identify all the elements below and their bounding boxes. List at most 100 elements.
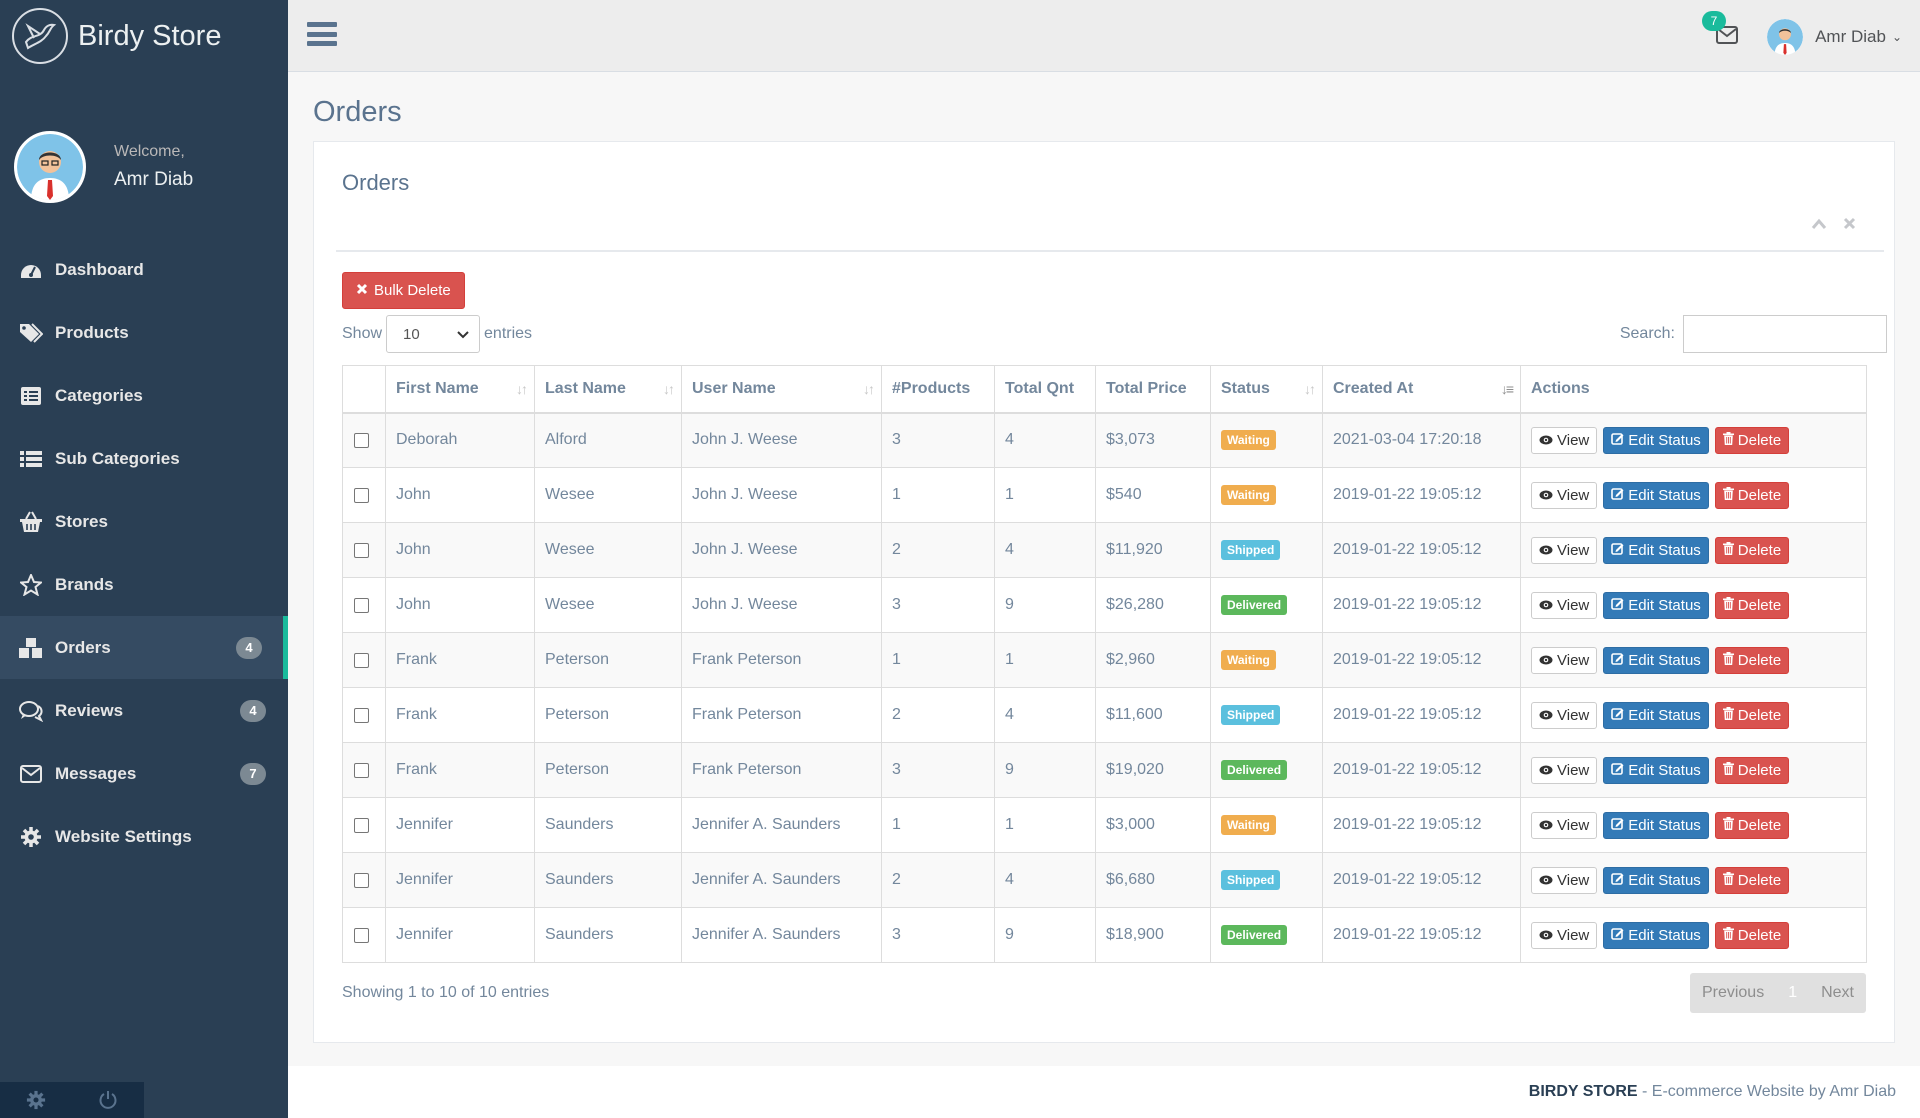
sidebar-footer [0,1082,144,1118]
cell-last-name: Saunders [534,852,682,908]
header-user-name[interactable]: User Name ↓↑ [681,365,882,414]
cell-total-qnt: 1 [994,797,1096,853]
sidebar-item-products[interactable]: Products [0,301,288,364]
bulk-delete-button[interactable]: Bulk Delete [342,272,465,309]
edit-status-button[interactable]: Edit Status [1603,646,1709,674]
sidebar-item-brands[interactable]: Brands [0,553,288,616]
sidebar-item-messages[interactable]: Messages 7 [0,742,288,805]
delete-label: Delete [1737,761,1782,779]
cell-user-name: John J. Weese [681,522,882,578]
delete-button[interactable]: Delete [1714,591,1790,619]
eye-icon [1539,762,1553,779]
edit-status-button[interactable]: Edit Status [1603,921,1709,949]
row-checkbox[interactable] [354,652,369,668]
edit-status-button[interactable]: Edit Status [1603,701,1709,729]
settings-icon[interactable] [0,1082,72,1118]
entries-select[interactable]: 10 [386,315,481,353]
row-checkbox[interactable] [354,927,369,943]
view-button[interactable]: View [1531,756,1598,784]
user-menu[interactable]: Amr Diab ⌄ [1767,18,1902,56]
edit-icon [1611,597,1624,614]
cell-total-qnt: 9 [994,577,1096,633]
row-checkbox[interactable] [354,542,369,558]
close-icon[interactable] [1843,214,1856,235]
row-checkbox[interactable] [354,487,369,503]
row-checkbox[interactable] [354,762,369,778]
view-button[interactable]: View [1531,866,1598,894]
delete-button[interactable]: Delete [1714,536,1790,564]
header-status[interactable]: Status ↓↑ [1210,365,1323,414]
header-total-qnt[interactable]: Total Qnt [994,365,1096,414]
row-select-cell [342,797,386,853]
search-input[interactable] [1683,315,1887,353]
next-button[interactable]: Next [1809,984,1866,1002]
collapse-chevron-up-icon[interactable] [1811,214,1827,235]
cell-user-name: John J. Weese [681,412,882,468]
row-checkbox[interactable] [354,707,369,723]
tags-icon [18,320,44,346]
edit-status-button[interactable]: Edit Status [1603,866,1709,894]
sidebar-item-sub-categories[interactable]: Sub Categories [0,427,288,490]
edit-status-button[interactable]: Edit Status [1603,591,1709,619]
delete-button[interactable]: Delete [1714,811,1790,839]
header-last-name[interactable]: Last Name ↓↑ [534,365,682,414]
edit-status-button[interactable]: Edit Status [1603,811,1709,839]
sidebar-item-stores[interactable]: Stores [0,490,288,553]
edit-icon [1611,872,1624,889]
edit-status-button[interactable]: Edit Status [1603,426,1709,454]
view-button[interactable]: View [1531,481,1598,509]
orders-count-badge: 4 [236,636,262,659]
row-checkbox[interactable] [354,432,369,448]
header-total-price[interactable]: Total Price [1095,365,1211,414]
cell-user-name: Jennifer A. Saunders [681,907,882,963]
trash-icon [1722,541,1734,559]
delete-button[interactable]: Delete [1714,866,1790,894]
edit-status-button[interactable]: Edit Status [1603,536,1709,564]
edit-icon [1611,927,1624,944]
delete-button[interactable]: Delete [1714,921,1790,949]
sidebar-item-website-settings[interactable]: Website Settings [0,805,288,868]
delete-button[interactable]: Delete [1714,701,1790,729]
header-products[interactable]: #Products [881,365,995,414]
messages-count-badge: 7 [240,762,266,785]
view-button[interactable]: View [1531,811,1598,839]
cell-actions: View Edit Status Delete [1520,577,1867,633]
delete-button[interactable]: Delete [1714,481,1790,509]
sidebar-item-orders[interactable]: Orders 4 [0,616,288,679]
view-button[interactable]: View [1531,646,1598,674]
table-row: Frank Peterson Frank Peterson 2 4 $11,600 Ship… [342,687,1867,743]
header-created-at[interactable]: Created At ↓≡ [1322,365,1521,414]
view-button[interactable]: View [1531,921,1598,949]
delete-button[interactable]: Delete [1714,426,1790,454]
cell-user-name: Frank Peterson [681,632,882,688]
edit-status-button[interactable]: Edit Status [1603,756,1709,784]
show-label: Show [342,325,383,342]
sidebar-item-categories[interactable]: Categories [0,364,288,427]
cell-first-name: John [385,467,535,523]
row-checkbox[interactable] [354,597,369,613]
brand[interactable]: Birdy Store [0,0,288,72]
sidebar-item-dashboard[interactable]: Dashboard [0,238,288,301]
delete-button[interactable]: Delete [1714,756,1790,784]
row-select-cell [342,742,386,798]
gear-icon [18,824,44,850]
view-button[interactable]: View [1531,701,1598,729]
row-checkbox[interactable] [354,872,369,888]
header-first-name[interactable]: First Name ↓↑ [385,365,535,414]
view-button[interactable]: View [1531,591,1598,619]
edit-status-button[interactable]: Edit Status [1603,481,1709,509]
view-button[interactable]: View [1531,426,1598,454]
menu-toggle-icon[interactable] [307,20,337,48]
row-checkbox[interactable] [354,817,369,833]
logout-power-icon[interactable] [72,1082,144,1118]
sidebar-item-reviews[interactable]: Reviews 4 [0,679,288,742]
page-1-button[interactable]: 1 [1776,984,1809,1002]
table-search: Search: [1620,315,1887,353]
cell-last-name: Wesee [534,522,682,578]
view-label: View [1557,596,1590,614]
view-button[interactable]: View [1531,536,1598,564]
delete-button[interactable]: Delete [1714,646,1790,674]
cell-total-qnt: 4 [994,522,1096,578]
previous-button[interactable]: Previous [1690,984,1776,1002]
sidebar-item-label: Messages [55,763,137,783]
